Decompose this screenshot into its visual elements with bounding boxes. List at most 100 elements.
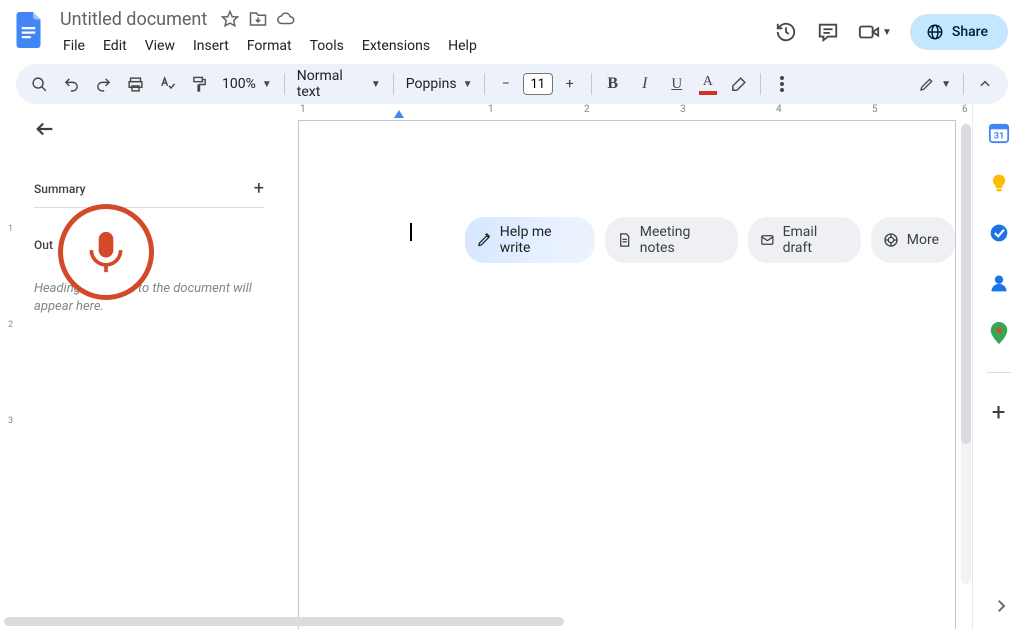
style-value: Normal text	[297, 68, 365, 100]
menu-file[interactable]: File	[56, 36, 92, 56]
underline-button[interactable]: U	[662, 69, 692, 99]
menu-format[interactable]: Format	[240, 36, 299, 56]
side-divider	[987, 372, 1011, 373]
document-title[interactable]: Untitled document	[56, 9, 211, 30]
toolbar-wrap: 100% ▼ Normal text ▼ Poppins ▼ − 11 + B I U…	[0, 60, 1024, 104]
text-color-button[interactable]: A	[694, 69, 722, 99]
document-area: 1 1 2 3 4 5 6 Help me write Meeting note…	[282, 104, 972, 629]
chevron-down-icon: ▼	[262, 79, 272, 90]
tasks-icon[interactable]	[988, 222, 1010, 244]
comments-icon[interactable]	[816, 20, 840, 44]
back-icon[interactable]	[34, 118, 264, 144]
ruler-tick: 4	[776, 104, 782, 115]
meet-button[interactable]: ▼	[858, 21, 892, 43]
separator	[591, 73, 592, 95]
collapse-toolbar-icon[interactable]	[970, 69, 1000, 99]
editing-mode-button[interactable]: ▼	[913, 76, 957, 92]
ruler-tick: 6	[962, 104, 968, 115]
menu-extensions[interactable]: Extensions	[355, 36, 437, 56]
ruler-tick: 2	[8, 320, 13, 330]
ruler-tick: 1	[8, 224, 13, 234]
get-addons-icon[interactable]: +	[988, 401, 1010, 423]
share-label: Share	[952, 24, 988, 40]
outline-hint: Headings you add to the document will ap…	[34, 280, 264, 316]
undo-icon[interactable]	[56, 69, 86, 99]
paragraph-style-select[interactable]: Normal text ▼	[291, 68, 387, 100]
menu-tools[interactable]: Tools	[303, 36, 351, 56]
cloud-status-icon[interactable]	[277, 10, 295, 28]
search-icon[interactable]	[24, 69, 54, 99]
chip-label: Meeting notes	[640, 224, 722, 256]
spellcheck-icon[interactable]	[152, 69, 182, 99]
star-icon[interactable]	[221, 10, 239, 28]
add-summary-icon[interactable]: +	[254, 178, 264, 199]
font-select[interactable]: Poppins ▼	[400, 76, 478, 92]
move-icon[interactable]	[249, 10, 267, 28]
font-size-input[interactable]: 11	[523, 73, 553, 95]
chevron-down-icon: ▼	[882, 27, 892, 38]
history-icon[interactable]	[774, 20, 798, 44]
maps-icon[interactable]	[988, 322, 1010, 344]
document-page[interactable]: Help me write Meeting notes Email draft …	[298, 120, 956, 629]
ruler-tick: 1	[488, 104, 494, 115]
redo-icon[interactable]	[88, 69, 118, 99]
smart-chip-row: Help me write Meeting notes Email draft …	[465, 217, 955, 263]
decrease-font-size-button[interactable]: −	[491, 69, 521, 99]
chip-label: Email draft	[783, 224, 845, 256]
expand-side-panel-icon[interactable]	[992, 597, 1010, 619]
help-me-write-chip[interactable]: Help me write	[465, 217, 595, 263]
horizontal-scrollbar[interactable]	[4, 617, 564, 626]
chip-label: More	[907, 232, 939, 248]
ruler-tick: 2	[584, 104, 590, 115]
ruler-tick: 5	[872, 104, 878, 115]
chevron-down-icon: ▼	[371, 79, 381, 90]
calendar-icon[interactable]: 31	[988, 122, 1010, 144]
separator	[393, 73, 394, 95]
indent-marker-icon[interactable]	[394, 110, 404, 118]
chip-label: Help me write	[500, 224, 579, 256]
zoom-value: 100%	[222, 76, 256, 92]
paint-format-icon[interactable]	[184, 69, 214, 99]
more-toolbar-icon[interactable]	[767, 69, 797, 99]
workspace: 1 2 3 Summary + Out Headings you add to …	[0, 104, 1024, 629]
separator	[484, 73, 485, 95]
print-icon[interactable]	[120, 69, 150, 99]
ruler-tick: 3	[8, 416, 13, 426]
scrollbar-thumb[interactable]	[961, 124, 971, 444]
summary-label: Summary	[34, 182, 86, 196]
chevron-down-icon: ▼	[941, 79, 951, 90]
app-header: Untitled document File Edit View Insert …	[0, 0, 1024, 60]
vertical-ruler[interactable]: 1 2 3	[0, 104, 16, 629]
highlight-color-button[interactable]	[724, 69, 754, 99]
horizontal-ruler[interactable]: 1 1 2 3 4 5 6	[298, 104, 972, 120]
header-right: ▼ Share	[774, 6, 1008, 50]
email-draft-chip[interactable]: Email draft	[748, 217, 861, 263]
side-panel: 31 +	[972, 104, 1024, 629]
share-button[interactable]: Share	[910, 14, 1008, 50]
zoom-select[interactable]: 100% ▼	[216, 76, 278, 92]
header-center: Untitled document File Edit View Insert …	[50, 6, 774, 60]
menu-insert[interactable]: Insert	[186, 36, 236, 56]
increase-font-size-button[interactable]: +	[555, 69, 585, 99]
separator	[963, 73, 964, 95]
menu-view[interactable]: View	[138, 36, 182, 56]
font-value: Poppins	[406, 76, 457, 92]
chevron-down-icon: ▼	[463, 79, 473, 90]
bold-button[interactable]: B	[598, 69, 628, 99]
keep-icon[interactable]	[988, 172, 1010, 194]
ruler-tick: 1	[300, 104, 306, 115]
outline-panel: Summary + Out Headings you add to the do…	[16, 104, 282, 629]
menu-help[interactable]: Help	[441, 36, 484, 56]
voice-typing-mic-icon[interactable]	[58, 204, 154, 300]
italic-button[interactable]: I	[630, 69, 660, 99]
more-chip[interactable]: More	[871, 217, 955, 263]
meeting-notes-chip[interactable]: Meeting notes	[605, 217, 738, 263]
docs-logo[interactable]	[10, 10, 50, 50]
ruler-tick: 3	[680, 104, 686, 115]
menu-bar: File Edit View Insert Format Tools Exten…	[56, 32, 774, 60]
vertical-scrollbar[interactable]	[961, 124, 971, 584]
separator	[284, 73, 285, 95]
separator	[760, 73, 761, 95]
menu-edit[interactable]: Edit	[96, 36, 134, 56]
contacts-icon[interactable]	[988, 272, 1010, 294]
